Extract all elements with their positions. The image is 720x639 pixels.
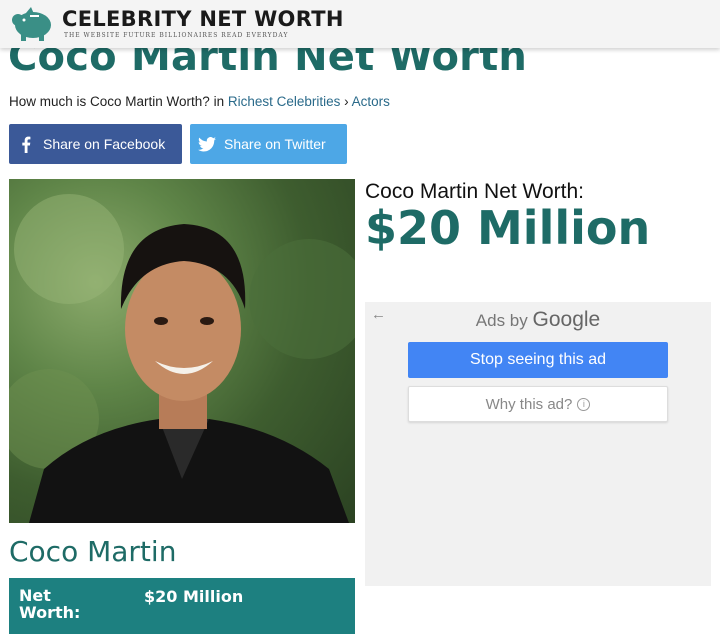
ads-by-label: Ads by [475,311,528,330]
site-brand[interactable]: CELEBRITY NET WORTH [62,7,344,31]
breadcrumb-richest-celebrities[interactable]: Richest Celebrities [228,94,341,109]
breadcrumb-separator: › [344,94,349,109]
ad-panel: ← Ads by Google Stop seeing this ad Why … [365,302,711,586]
facebook-icon [9,136,43,153]
share-twitter-button[interactable]: Share on Twitter [190,124,347,164]
info-icon: i [577,397,591,411]
person-name: Coco Martin [9,535,177,568]
piggy-bank-icon[interactable] [10,5,54,43]
why-this-ad-label: Why this ad? [485,395,573,413]
net-worth-row-value: $20 Million [144,587,244,606]
portrait-illustration [9,194,355,523]
share-facebook-button[interactable]: Share on Facebook [9,124,182,164]
site-tagline: THE WEBSITE FUTURE BILLIONAIRES READ EVE… [64,32,289,39]
twitter-icon [190,136,224,152]
ads-by-google: Ads by Google [365,308,711,332]
why-this-ad-button[interactable]: Why this ad? i [408,386,668,422]
breadcrumb: How much is Coco Martin Worth? in Riches… [9,94,390,109]
celebrity-photo [9,179,355,523]
site-header: CELEBRITY NET WORTH THE WEBSITE FUTURE B… [0,0,720,48]
google-label: Google [532,308,601,331]
share-twitter-label: Share on Twitter [224,136,326,152]
share-facebook-label: Share on Facebook [43,136,166,152]
net-worth-row-label: Net Worth: [19,586,81,622]
stop-seeing-ad-button[interactable]: Stop seeing this ad [408,342,668,378]
breadcrumb-question: How much is Coco Martin Worth? in [9,94,225,109]
net-worth-value: $20 Million [365,201,651,255]
net-worth-table-row: Net Worth: $20 Million [9,578,355,634]
breadcrumb-actors[interactable]: Actors [352,94,390,109]
